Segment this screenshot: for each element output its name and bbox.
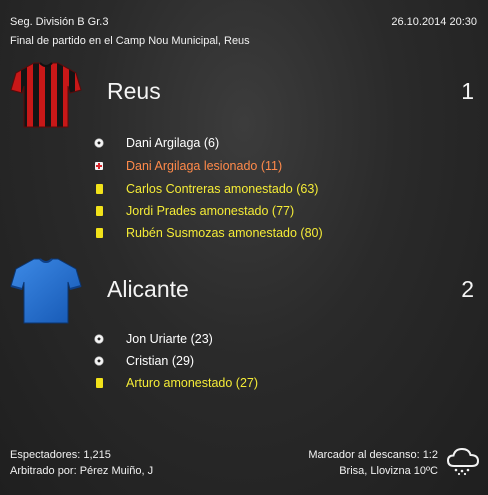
away-event-yellow-card: Arturo amonestado (27) [92, 376, 258, 390]
yellow-card-icon [92, 226, 106, 240]
attendance-label: Espectadores: 1,215 [10, 449, 111, 461]
away-event-goal: Jon Uriarte (23) [92, 332, 213, 346]
injury-icon [92, 159, 106, 173]
home-shirt-icon [10, 60, 82, 135]
ball-icon [92, 332, 106, 346]
event-text: Jon Uriarte (23) [126, 332, 213, 346]
ball-icon [92, 354, 106, 368]
referee-label: Arbitrado por: Pérez Muiño, J [10, 465, 154, 477]
event-text: Cristian (29) [126, 354, 195, 368]
event-text: Rubén Susmozas amonestado (80) [126, 226, 323, 240]
halftime-score: Marcador al descanso: 1:2 [308, 449, 438, 461]
away-team-name: Alicante [107, 276, 189, 302]
away-shirt-icon [10, 256, 82, 331]
home-event-yellow-card: Rubén Susmozas amonestado (80) [92, 226, 323, 240]
event-text: Arturo amonestado (27) [126, 376, 259, 390]
match-datetime: 26.10.2014 20:30 [391, 16, 477, 28]
yellow-card-icon [92, 204, 106, 218]
home-score: 1 [461, 78, 474, 104]
home-event-goal: Dani Argilaga (6) [92, 136, 219, 150]
yellow-card-icon [92, 182, 106, 196]
competition-label: Seg. División B Gr.3 [10, 16, 109, 28]
event-text: Carlos Contreras amonestado (63) [126, 182, 319, 196]
yellow-card-icon [92, 376, 106, 390]
home-event-injury: Dani Argilaga lesionado (11) [92, 159, 282, 173]
drizzle-cloud-icon [446, 446, 480, 481]
away-score: 2 [461, 276, 474, 302]
event-text: Jordi Prades amonestado (77) [126, 204, 295, 218]
away-event-goal: Cristian (29) [92, 354, 194, 368]
weather-label: Brisa, Llovizna 10ºC [339, 465, 438, 477]
home-event-yellow-card: Carlos Contreras amonestado (63) [92, 182, 318, 196]
home-event-yellow-card: Jordi Prades amonestado (77) [92, 204, 294, 218]
home-team-name: Reus [107, 78, 161, 104]
match-subtitle: Final de partido en el Camp Nou Municipa… [10, 35, 250, 47]
event-text: Dani Argilaga (6) [126, 136, 220, 150]
event-text: Dani Argilaga lesionado (11) [126, 159, 283, 173]
ball-icon [92, 136, 106, 150]
